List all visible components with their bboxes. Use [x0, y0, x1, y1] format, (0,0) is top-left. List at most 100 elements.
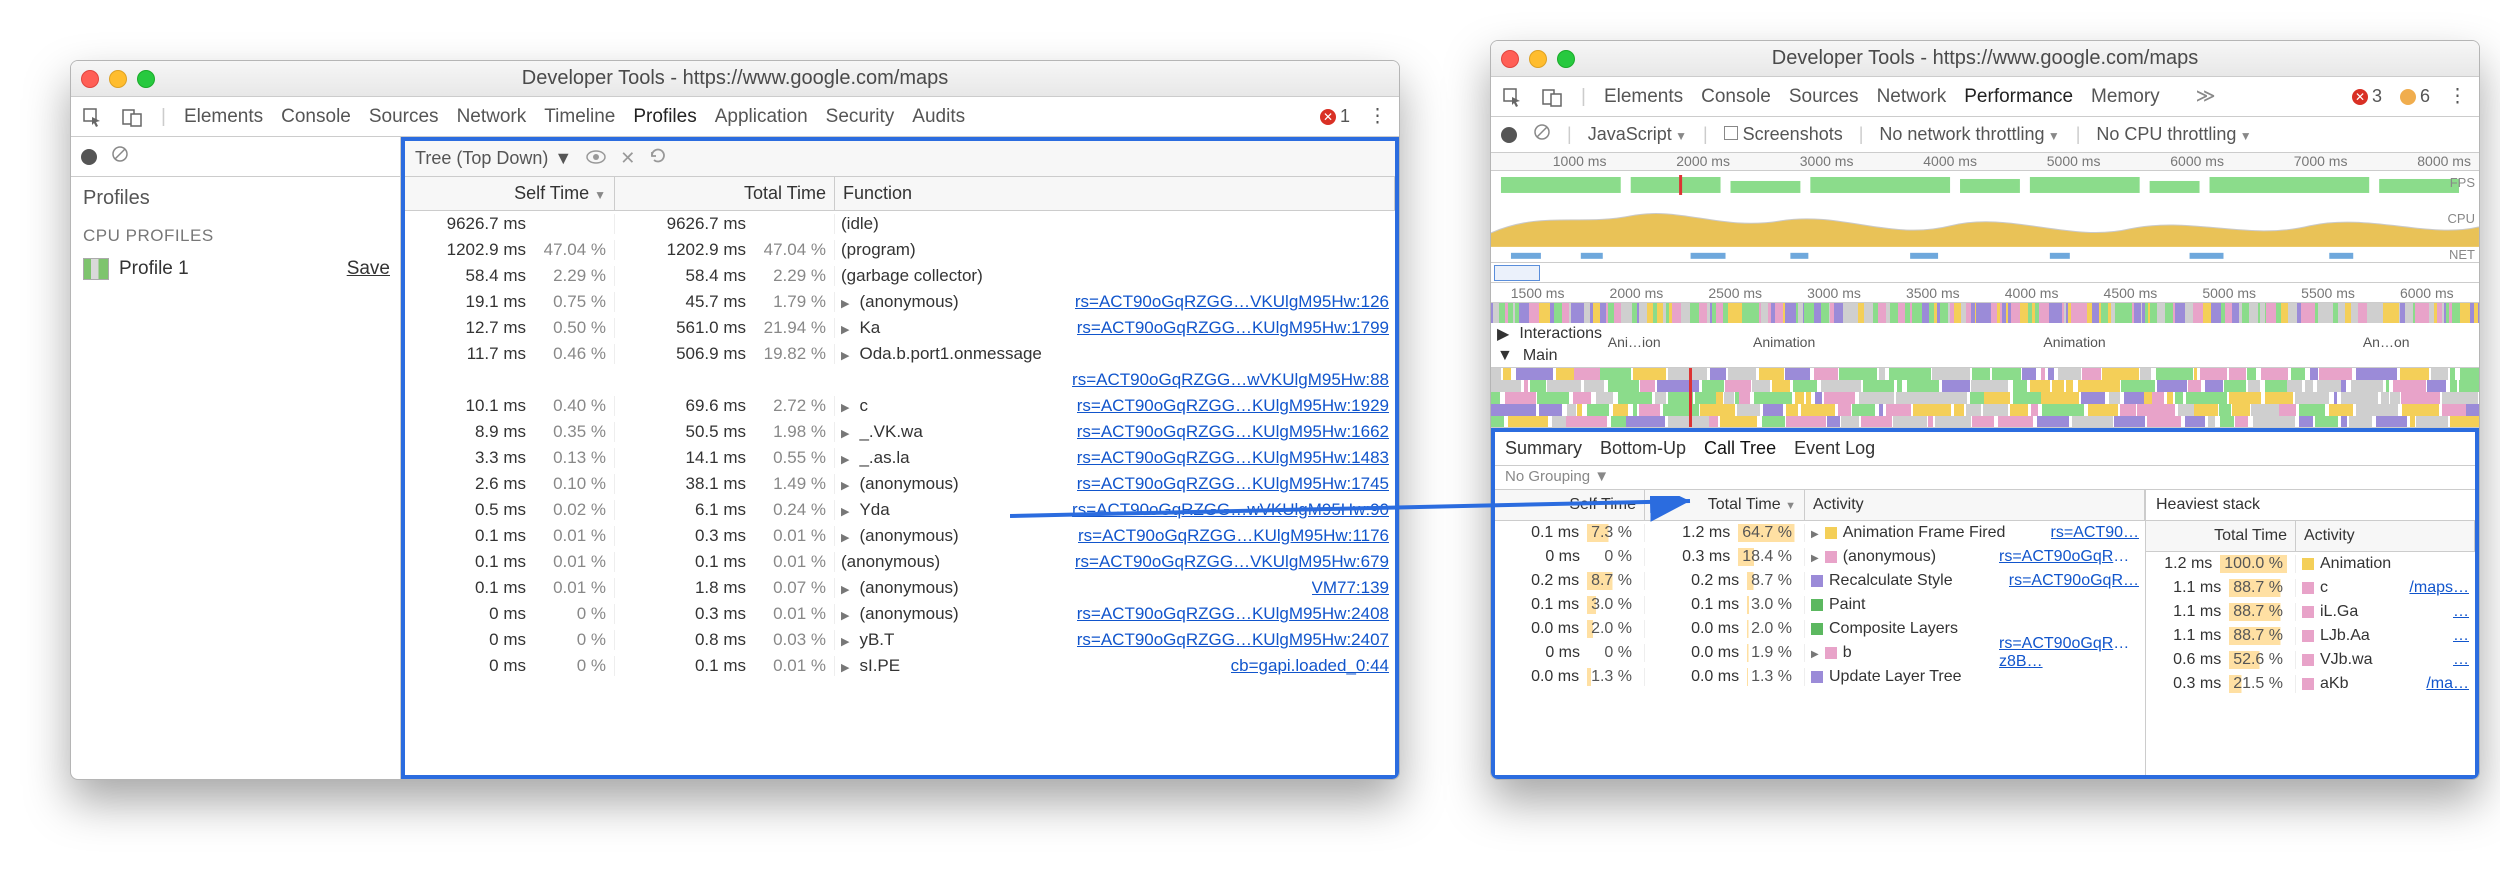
profile-row[interactable]: 0 ms0 %0.3 ms0.01 %(anonymous)rs=ACT90oG…: [405, 601, 1395, 627]
tab-elements[interactable]: Elements: [1604, 86, 1683, 107]
flame-bar[interactable]: [2229, 392, 2261, 404]
flame-segment[interactable]: [2193, 303, 2203, 323]
expand-icon[interactable]: [841, 292, 853, 312]
source-link[interactable]: cb=gapi.loaded_0:44: [1231, 656, 1389, 676]
flame-segment[interactable]: [2092, 303, 2099, 323]
flame-bar[interactable]: [1932, 368, 1969, 380]
flame-segment[interactable]: [1522, 303, 1529, 323]
heaviest-row[interactable]: 0.3 ms21.5 %aKb/ma…: [2146, 672, 2475, 696]
flame-segment[interactable]: [2225, 303, 2232, 323]
flame-segment[interactable]: [2157, 303, 2164, 323]
flame-bar[interactable]: [2121, 380, 2155, 392]
flame-bar[interactable]: [2261, 368, 2288, 380]
flame-bar[interactable]: [1821, 380, 1861, 392]
flame-bar[interactable]: [1795, 392, 1804, 404]
flame-bar[interactable]: [1992, 368, 2022, 380]
flame-segment[interactable]: [1539, 303, 1546, 323]
flame-bar[interactable]: [1806, 392, 1811, 404]
flame-segment[interactable]: [1922, 303, 1929, 323]
col-activity[interactable]: Activity: [1805, 490, 2145, 520]
flame-bar[interactable]: [2310, 368, 2318, 380]
flame-segment[interactable]: [1761, 303, 1769, 323]
flame-bar[interactable]: [1724, 392, 1735, 404]
flame-bar[interactable]: [1491, 368, 1501, 380]
flame-bar[interactable]: [2175, 392, 2183, 404]
flame-segment[interactable]: [2080, 303, 2088, 323]
grouping-dropdown[interactable]: No Grouping ▼: [1495, 466, 2475, 490]
flame-segment[interactable]: [1716, 303, 1723, 323]
error-badge[interactable]: ✕ 3: [2352, 86, 2382, 107]
flame-bar[interactable]: [2066, 380, 2073, 392]
flame-segment[interactable]: [2115, 303, 2124, 323]
flame-bar[interactable]: [1841, 416, 1859, 428]
flame-bar[interactable]: [2178, 404, 2193, 416]
flame-bar[interactable]: [1913, 404, 1951, 416]
flame-segment[interactable]: [2270, 303, 2277, 323]
col-function[interactable]: Function: [835, 177, 1395, 210]
flame-bar[interactable]: [2167, 392, 2174, 404]
flame-bar[interactable]: [2120, 404, 2136, 416]
source-link[interactable]: rs=ACT90oGqRZGG…VKUlgM95Hw:679: [1075, 552, 1389, 572]
flame-bar[interactable]: [1567, 404, 1576, 416]
flame-bar[interactable]: [1739, 392, 1750, 404]
heaviest-row[interactable]: 0.6 ms52.6 %VJb.wa…: [2146, 648, 2475, 672]
reload-icon[interactable]: [649, 147, 667, 170]
flame-segment[interactable]: [1681, 303, 1690, 323]
bottom-tab-event-log[interactable]: Event Log: [1794, 438, 1875, 459]
source-link[interactable]: …: [2453, 651, 2469, 669]
flame-bar[interactable]: [1640, 380, 1655, 392]
flame-bar[interactable]: [1897, 380, 1902, 392]
flame-bar[interactable]: [2208, 416, 2215, 428]
flame-segment[interactable]: [2288, 303, 2297, 323]
flame-bar[interactable]: [2334, 392, 2337, 404]
flame-bar[interactable]: [1759, 368, 1784, 380]
flame-bar[interactable]: [1501, 404, 1535, 416]
flame-bar[interactable]: [1972, 416, 1994, 428]
flame-bar[interactable]: [1725, 380, 1751, 392]
flame-bar[interactable]: [1886, 404, 1911, 416]
flame-bar[interactable]: [2137, 404, 2175, 416]
expand-icon[interactable]: [1811, 524, 1819, 542]
flame-bar[interactable]: [1763, 404, 1782, 416]
flame-bar[interactable]: [2082, 368, 2101, 380]
source-link[interactable]: rs=ACT90oGqRZGG…KUlgM95Hw:2408: [1077, 604, 1389, 624]
flame-bar[interactable]: [1824, 404, 1835, 416]
flame-bar[interactable]: [1935, 416, 1971, 428]
source-link[interactable]: rs=ACT90oGqRZGG…wVKUlgM95Hw:90: [1072, 500, 1389, 520]
flame-bar[interactable]: [2315, 416, 2338, 428]
flame-mini[interactable]: [1491, 303, 2479, 323]
flame-bar[interactable]: [1491, 416, 1504, 428]
flame-bar[interactable]: [1793, 380, 1817, 392]
expand-icon[interactable]: ▶: [1497, 324, 1509, 344]
profile-row[interactable]: 0 ms0 %0.8 ms0.03 %yB.Trs=ACT90oGqRZGG…K…: [405, 627, 1395, 653]
flame-bar[interactable]: [1547, 380, 1580, 392]
flame-segment[interactable]: [1750, 303, 1758, 323]
profile-row[interactable]: 8.9 ms0.35 %50.5 ms1.98 %_.VK.wars=ACT90…: [405, 419, 1395, 445]
flame-bar[interactable]: [2450, 368, 2455, 380]
flame-bar[interactable]: [2232, 404, 2250, 416]
flame-segment[interactable]: [1742, 303, 1751, 323]
flame-bar[interactable]: [2253, 416, 2295, 428]
flame-bar[interactable]: [2427, 380, 2446, 392]
flame-bar[interactable]: [2157, 380, 2187, 392]
flame-bar[interactable]: [2287, 380, 2302, 392]
flame-bar[interactable]: [1613, 404, 1628, 416]
flame-bar[interactable]: [2299, 416, 2313, 428]
tab-network[interactable]: Network: [1877, 86, 1947, 107]
expand-icon[interactable]: [841, 396, 853, 416]
source-link[interactable]: rs=ACT90oGqRZGG…wVKUlgM95Hw:88: [1072, 370, 1389, 390]
flame-segment[interactable]: [2051, 303, 2058, 323]
flame-bar[interactable]: [2341, 416, 2347, 428]
flame-segment[interactable]: [2478, 303, 2479, 323]
flame-bar[interactable]: [2030, 380, 2050, 392]
flame-bar[interactable]: [2349, 416, 2372, 428]
source-link[interactable]: rs=ACT90oGqRZGGxuWo-z8B…: [1999, 635, 2139, 671]
flame-bar[interactable]: [2048, 368, 2055, 380]
flame-segment[interactable]: [2101, 303, 2108, 323]
flame-segment[interactable]: [1804, 303, 1813, 323]
source-link[interactable]: rs=ACT90oGqRZGG…KUlgM95Hw:1799: [1077, 318, 1389, 338]
flame-bar[interactable]: [1556, 368, 1574, 380]
flame-bar[interactable]: [1879, 404, 1882, 416]
tab-timeline[interactable]: Timeline: [544, 106, 615, 127]
eye-icon[interactable]: [586, 148, 606, 169]
